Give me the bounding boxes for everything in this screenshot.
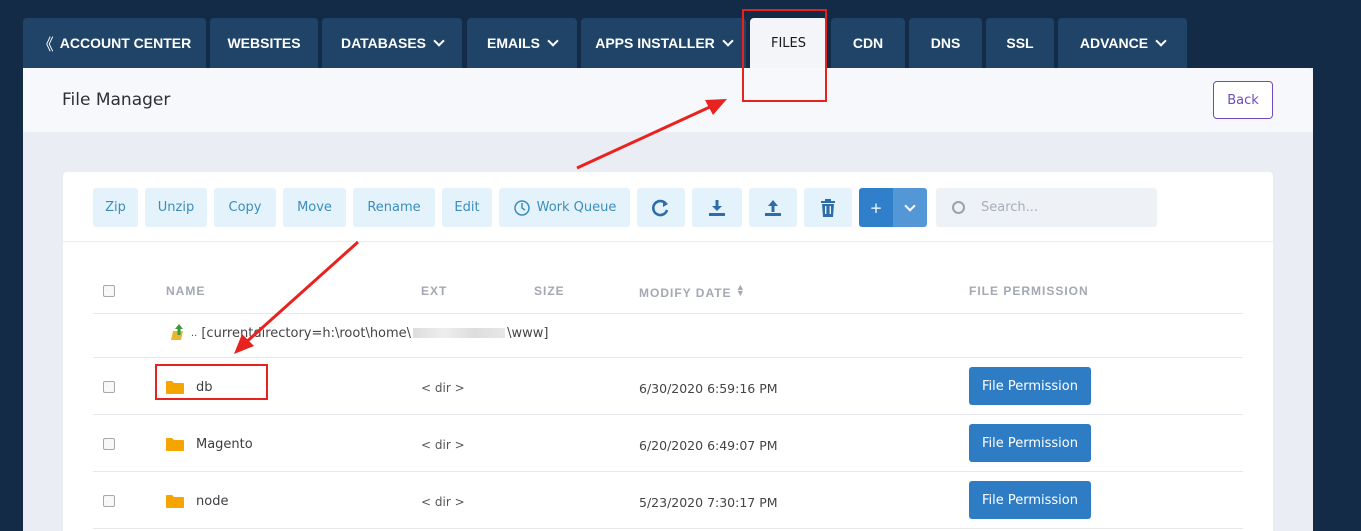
tab-label: WEBSITES [227,35,301,51]
trash-icon [821,198,835,217]
panel-header: File Manager Back [23,68,1313,132]
sort-icon: ▲ ▼ [735,282,746,298]
chevron-down-icon [722,35,734,47]
file-permission-button[interactable]: File Permission [969,367,1091,405]
current-directory-start: [currentdirectory=h:\root\home\ [201,325,412,341]
move-button[interactable]: Move [283,188,346,227]
row-divider [93,528,1243,529]
main-panel: File Manager Back Zip Unzip Copy Move Re… [23,68,1313,531]
page-title: File Manager [62,90,171,110]
search-box[interactable] [936,188,1157,227]
tab-label: CDN [852,35,884,51]
up-folder-icon [171,324,183,340]
edit-button[interactable]: Edit [442,188,492,227]
file-name[interactable]: node [196,494,228,509]
column-ext[interactable]: EXT [421,284,447,298]
row-checkbox[interactable] [103,381,115,393]
chevron-down-icon [1155,35,1167,47]
tab-label: DATABASES [340,35,427,51]
row-divider [93,414,1243,415]
file-permission-button[interactable]: File Permission [969,424,1091,462]
tab-label: EMAILS [487,35,540,51]
chevron-down-icon [904,199,916,212]
tab-databases[interactable]: DATABASES [322,18,462,68]
row-divider [93,313,1243,314]
upload-icon [765,199,781,216]
tab-account-center[interactable]: 《 ACCOUNT CENTER [23,18,206,68]
tab-advance[interactable]: ADVANCE [1058,18,1187,68]
column-modify-date[interactable]: MODIFY DATE ▲ ▼ [639,282,746,301]
upload-button[interactable] [749,188,797,227]
tab-label: ADVANCE [1079,35,1149,51]
delete-button[interactable] [804,188,852,227]
file-ext: < dir > [421,438,465,452]
refresh-button[interactable] [637,188,685,227]
new-item-dropdown[interactable] [893,188,927,227]
file-ext: < dir > [421,381,465,395]
folder-icon [166,495,184,508]
column-size[interactable]: SIZE [534,284,565,298]
chevron-down-icon [547,35,559,47]
tab-label: APPS INSTALLER [595,35,715,51]
work-queue-button[interactable]: Work Queue [499,188,630,227]
tab-label: DNS [930,35,961,51]
column-modify-date-label: MODIFY DATE [639,286,732,300]
work-queue-label: Work Queue [536,200,617,215]
plus-icon[interactable]: + [859,188,893,227]
file-manager-card: Zip Unzip Copy Move Rename Edit Work Que… [63,172,1273,531]
files-tab-highlight [742,9,827,102]
db-folder-highlight [155,364,268,400]
search-input[interactable] [981,200,1141,215]
row-checkbox[interactable] [103,495,115,507]
tab-cdn[interactable]: CDN [831,18,905,68]
file-permission-button[interactable]: File Permission [969,481,1091,519]
new-item-button[interactable]: + [859,188,927,227]
folder-icon [166,438,184,451]
column-file-permission[interactable]: FILE PERMISSION [969,284,1089,298]
current-directory-end: \www] [507,325,549,341]
row-divider [93,471,1243,472]
redacted-path [413,328,506,338]
zip-button[interactable]: Zip [93,188,138,227]
modify-date: 6/30/2020 6:59:16 PM [639,381,778,396]
download-button[interactable] [692,188,742,227]
file-ext: < dir > [421,495,465,509]
download-icon [709,199,725,216]
tab-apps-installer[interactable]: APPS INSTALLER [581,18,746,68]
column-name[interactable]: NAME [166,284,205,298]
select-all-checkbox[interactable] [103,285,115,297]
row-checkbox[interactable] [103,438,115,450]
tab-websites[interactable]: WEBSITES [210,18,318,68]
search-icon [952,201,965,214]
modify-date: 5/23/2020 7:30:17 PM [639,495,778,510]
toolbar-divider [63,241,1273,242]
unzip-button[interactable]: Unzip [145,188,207,227]
double-chevron-left-icon: 《 [37,37,54,54]
rename-button[interactable]: Rename [353,188,435,227]
tab-emails[interactable]: EMAILS [467,18,577,68]
refresh-icon [652,199,669,216]
tab-dns[interactable]: DNS [909,18,982,68]
tab-ssl[interactable]: SSL [986,18,1054,68]
tab-label: SSL [1006,35,1034,51]
clock-icon [513,199,530,216]
tab-label: ACCOUNT CENTER [59,35,192,51]
parent-dots: .. [191,327,198,339]
copy-button[interactable]: Copy [214,188,276,227]
modify-date: 6/20/2020 6:49:07 PM [639,438,778,453]
parent-directory-row[interactable]: .. [currentdirectory=h:\root\home\ \www] [169,323,548,343]
row-divider [93,357,1243,358]
chevron-down-icon [433,35,445,47]
file-name[interactable]: Magento [196,437,253,452]
back-button[interactable]: Back [1213,81,1273,119]
